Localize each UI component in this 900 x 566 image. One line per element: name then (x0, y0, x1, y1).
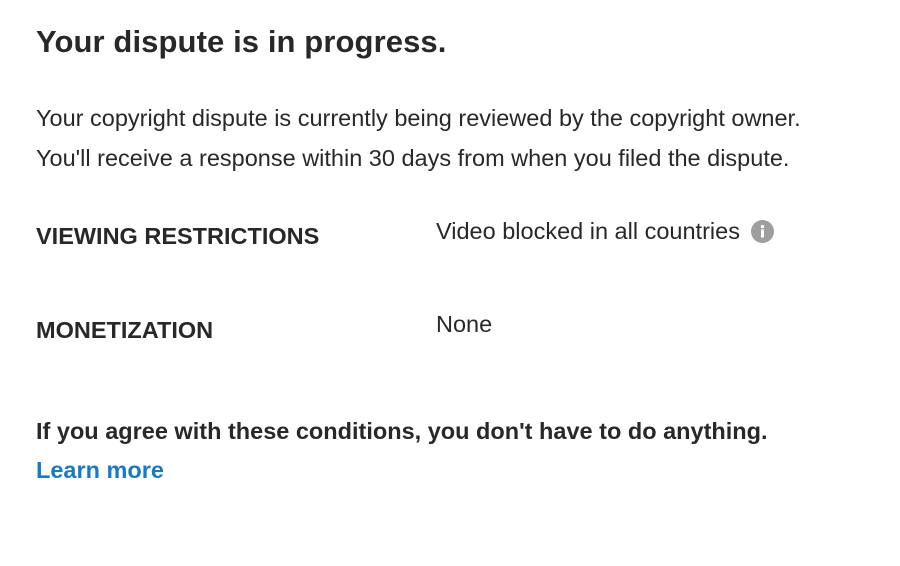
monetization-value: None (436, 311, 493, 337)
info-icon[interactable] (750, 220, 774, 243)
viewing-restrictions-value-container: Video blocked in all countries (436, 218, 774, 245)
viewing-restrictions-value: Video blocked in all countries (436, 218, 740, 244)
page-title: Your dispute is in progress. (36, 24, 447, 59)
dispute-description: Your copyright dispute is currently bein… (36, 98, 896, 178)
description-line: Your copyright dispute is currently bein… (36, 105, 801, 131)
monetization-label: MONETIZATION (36, 317, 214, 343)
description-line: You'll receive a response within 30 days… (36, 145, 790, 171)
viewing-restrictions-label: VIEWING RESTRICTIONS (36, 223, 320, 249)
agreement-note: If you agree with these conditions, you … (36, 418, 768, 444)
learn-more-link[interactable]: Learn more (36, 457, 164, 484)
